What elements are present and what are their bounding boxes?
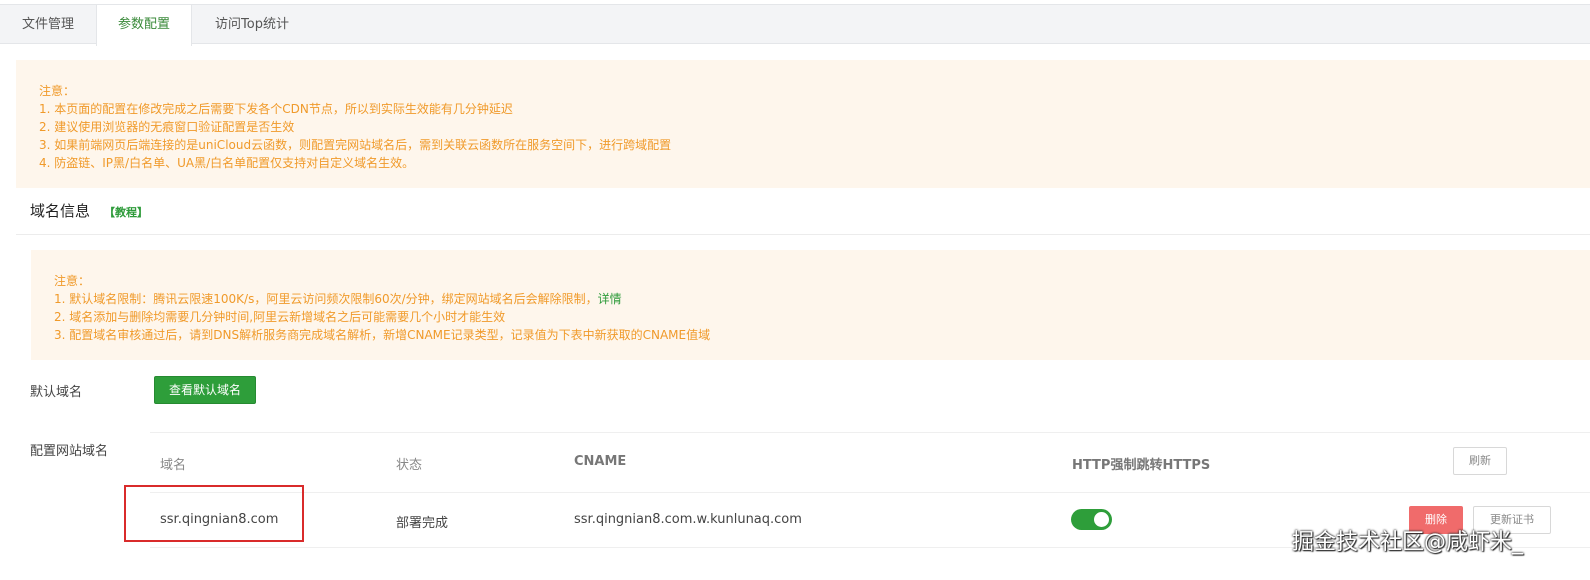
notice-title: 注意： xyxy=(39,84,76,98)
notice-line: 1. 本页面的配置在修改完成之后需要下发各个CDN节点，所以到实际生效能有几分钟… xyxy=(39,102,513,116)
details-link[interactable]: 详情 xyxy=(598,292,622,306)
tutorial-link[interactable]: 【教程】 xyxy=(104,204,148,220)
https-redirect-toggle[interactable] xyxy=(1071,509,1112,530)
table-row-divider xyxy=(150,492,1590,493)
tab-parameter-config[interactable]: 参数配置 xyxy=(96,5,192,46)
column-header-cname: CNAME xyxy=(574,454,627,469)
notice-line: 3. 如果前端网页后端连接的是uniCloud云函数，则配置完网站域名后，需到关… xyxy=(39,138,672,152)
row-cname: ssr.qingnian8.com.w.kunlunaq.com xyxy=(574,512,802,527)
column-header-status: 状态 xyxy=(396,458,423,473)
highlight-box xyxy=(124,485,304,542)
table-top-border xyxy=(150,432,1590,433)
watermark-text: 掘金技术社区@咸虾米_ xyxy=(1292,530,1524,555)
column-header-https: HTTP强制跳转HTTPS xyxy=(1072,458,1211,473)
toggle-knob xyxy=(1094,512,1109,527)
tab-file-management[interactable]: 文件管理 xyxy=(0,5,96,45)
notice-line: 3. 配置域名审核通过后，请到DNS解析服务商完成域名解析，新增CNAME记录类… xyxy=(54,328,711,342)
notice-line-text: 1. 默认域名限制：腾讯云限速100K/s，阿里云访问频次限制60次/分钟，绑定… xyxy=(54,292,598,306)
notice-title: 注意： xyxy=(54,274,91,288)
tab-access-top-stats[interactable]: 访问Top统计 xyxy=(192,5,312,45)
divider xyxy=(16,234,1590,235)
section-title-domain-info: 域名信息 xyxy=(30,202,91,220)
tab-bar: 文件管理 参数配置 访问Top统计 xyxy=(0,4,1590,46)
column-header-domain: 域名 xyxy=(160,458,187,473)
notice-line: 2. 建议使用浏览器的无痕窗口验证配置是否生效 xyxy=(39,120,295,134)
notice-line: 4. 防盗链、IP黑/白名单、UA黑/白名单配置仅支持对自定义域名生效。 xyxy=(39,156,415,170)
notice-config: 注意： 1. 本页面的配置在修改完成之后需要下发各个CDN节点，所以到实际生效能… xyxy=(16,60,1590,188)
site-domain-label: 配置网站域名 xyxy=(30,444,109,459)
notice-domain: 注意： 1. 默认域名限制：腾讯云限速100K/s，阿里云访问频次限制60次/分… xyxy=(31,250,1590,360)
view-default-domain-button[interactable]: 查看默认域名 xyxy=(154,376,256,404)
row-status: 部署完成 xyxy=(396,516,449,531)
refresh-button[interactable]: 刷新 xyxy=(1453,447,1507,475)
notice-line: 2. 域名添加与删除均需要几分钟时间,阿里云新增域名之后可能需要几个小时才能生效 xyxy=(54,310,506,324)
notice-line: 1. 默认域名限制：腾讯云限速100K/s，阿里云访问频次限制60次/分钟，绑定… xyxy=(54,290,1590,308)
default-domain-label: 默认域名 xyxy=(30,385,83,400)
